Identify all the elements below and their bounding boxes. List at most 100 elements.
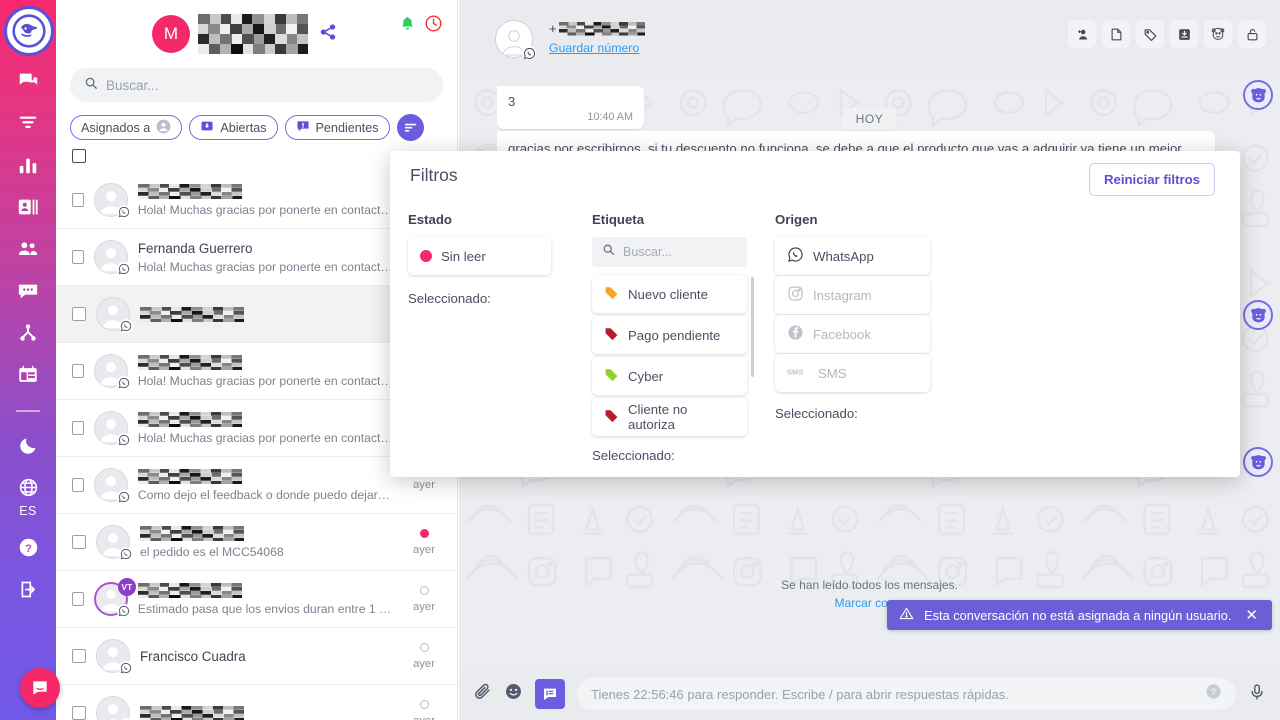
sidebar-item-campaigns[interactable] <box>9 356 47 394</box>
clock-icon[interactable] <box>424 14 443 38</box>
reset-filters-button[interactable]: Reiniciar filtros <box>1088 163 1215 196</box>
pill-abiertas[interactable]: Abiertas <box>189 115 278 140</box>
user-avatar[interactable]: M <box>152 15 190 53</box>
intercom-chat-icon <box>33 681 47 695</box>
etiqueta-option[interactable]: Nuevo cliente <box>592 275 747 313</box>
sidebar-item-filters[interactable] <box>9 104 47 142</box>
sidebar-item-conversations[interactable] <box>9 62 47 100</box>
question-circle-icon[interactable]: ? <box>1205 683 1222 705</box>
estado-option[interactable]: Sin leer <box>408 237 551 275</box>
tag-icon[interactable] <box>1136 20 1164 48</box>
estado-options[interactable]: Sin leer <box>408 237 551 275</box>
conversation-name: Francisco Cuadra <box>140 648 246 664</box>
app-logo[interactable] <box>4 6 54 56</box>
conversation-list-item[interactable]: Francisco Cuadra ayer <box>56 628 457 685</box>
tag-search-input[interactable] <box>623 245 785 259</box>
pill-label: Abiertas <box>220 120 267 135</box>
conversation-checkbox[interactable] <box>72 421 84 435</box>
sidebar-item-contacts[interactable] <box>9 188 47 226</box>
warning-triangle-icon <box>899 606 914 624</box>
tag-list-scrollbar[interactable] <box>751 277 754 377</box>
conversation-text: Estimado pasa que los envios duran entre… <box>137 582 393 617</box>
conversation-list-item[interactable]: el pedido es el MCC54068 ayer <box>56 514 457 571</box>
pill-asignados-a[interactable]: Asignados a <box>70 115 183 140</box>
share-icon[interactable] <box>318 22 338 47</box>
sidebar-item-logout[interactable] <box>9 570 47 608</box>
search-box[interactable] <box>70 68 443 102</box>
conversation-checkbox[interactable] <box>72 307 86 321</box>
conversation-name <box>137 411 393 428</box>
etiqueta-option[interactable]: Pago pendiente <box>592 316 747 354</box>
conversation-checkbox[interactable] <box>72 592 84 606</box>
option-label: Cyber <box>628 368 664 384</box>
origen-selected-label: Seleccionado: <box>775 406 858 421</box>
origen-option: Facebook <box>775 315 930 353</box>
add-user-icon[interactable] <box>1068 20 1096 48</box>
message-input[interactable] <box>591 686 1195 702</box>
select-all-checkbox[interactable] <box>72 149 86 163</box>
tag-search-box[interactable] <box>592 237 785 267</box>
sidebar-item-dark-mode[interactable] <box>9 426 47 464</box>
sidebar-item-teams[interactable] <box>9 230 47 268</box>
quick-reply-icon[interactable] <box>535 679 565 709</box>
conversation-checkbox[interactable] <box>72 535 86 549</box>
filter-column-estado: Estado Sin leer Seleccionado: <box>408 212 551 306</box>
archive-download-icon[interactable] <box>1170 20 1198 48</box>
note-page-icon[interactable] <box>1102 20 1130 48</box>
tag-icon <box>605 287 618 300</box>
microphone-icon[interactable] <box>1248 683 1266 706</box>
conversation-time: ayer <box>413 543 435 556</box>
close-icon[interactable]: ✕ <box>1245 608 1258 623</box>
conversation-checkbox[interactable] <box>72 706 86 720</box>
sidebar-item-help[interactable]: ? <box>9 528 47 566</box>
save-number-link[interactable]: Guardar número <box>549 41 639 55</box>
unlock-icon[interactable] <box>1238 20 1266 48</box>
user-avatar-icon <box>156 119 171 137</box>
conversation-time: ayer <box>413 479 435 491</box>
search-input[interactable] <box>106 77 429 93</box>
bell-icon[interactable] <box>399 15 416 37</box>
sidebar-item-reports[interactable] <box>9 146 47 184</box>
conversation-checkbox[interactable] <box>72 193 84 207</box>
tag-options-list[interactable]: Nuevo cliente Pago pendiente Cyber Cliente … <box>592 275 754 436</box>
bear-bot-icon[interactable] <box>1204 20 1232 48</box>
conversation-list-item[interactable]: ayer <box>56 685 457 720</box>
conversation-text: Hola! Muchas gracias por ponerte en cont… <box>137 354 393 389</box>
sidebar-item-flows[interactable] <box>9 314 47 352</box>
toast-text: Esta conversación no está asignada a nin… <box>924 607 1232 623</box>
support-chat-widget-button[interactable] <box>20 668 60 708</box>
paperclip-icon[interactable] <box>473 682 492 706</box>
conversation-checkbox[interactable] <box>72 478 84 492</box>
conversation-checkbox[interactable] <box>72 250 84 264</box>
sidebar-item-messages[interactable] <box>9 272 47 310</box>
conversation-time: ayer <box>413 657 435 670</box>
conversation-checkbox[interactable] <box>72 649 86 663</box>
sidebar-item-language[interactable] <box>9 468 47 506</box>
filter-button[interactable] <box>396 114 424 141</box>
conversation-name <box>140 705 393 720</box>
chat-contact-info: + Guardar número <box>549 21 645 57</box>
conversation-list-item[interactable]: VT Estimado pasa que los envios duran ent… <box>56 571 457 628</box>
read-dot <box>419 585 429 595</box>
etiqueta-selected-label: Seleccionado: <box>592 448 675 463</box>
option-label: Pago pendiente <box>628 327 721 343</box>
conversation-avatar <box>93 354 131 390</box>
origen-options[interactable]: WhatsApp Instagram Facebook SMS SMS <box>775 237 930 392</box>
message-input-wrapper[interactable]: ? <box>577 678 1236 710</box>
pill-pendientes[interactable]: Pendientes <box>284 115 390 140</box>
bot-avatar <box>1243 447 1273 477</box>
tag-color-icon <box>604 326 619 344</box>
conversation-text: el pedido es el MCC54068 <box>140 525 393 560</box>
conversation-name: Fernanda Guerrero <box>137 240 253 256</box>
bot-avatar <box>1243 80 1273 110</box>
bot-avatar <box>1243 300 1273 330</box>
origen-option[interactable]: WhatsApp <box>775 237 930 275</box>
etiqueta-option[interactable]: Cyber <box>592 357 747 395</box>
read-note-text: Se han leído todos los mensajes. <box>781 578 958 592</box>
sidebar-language-label[interactable]: ES <box>19 504 36 518</box>
conversation-checkbox[interactable] <box>72 364 84 378</box>
search-wrapper <box>56 68 457 102</box>
etiqueta-option[interactable]: Cliente no autoriza <box>592 398 747 436</box>
smiley-icon[interactable] <box>504 682 523 706</box>
instagram-icon <box>787 285 804 305</box>
